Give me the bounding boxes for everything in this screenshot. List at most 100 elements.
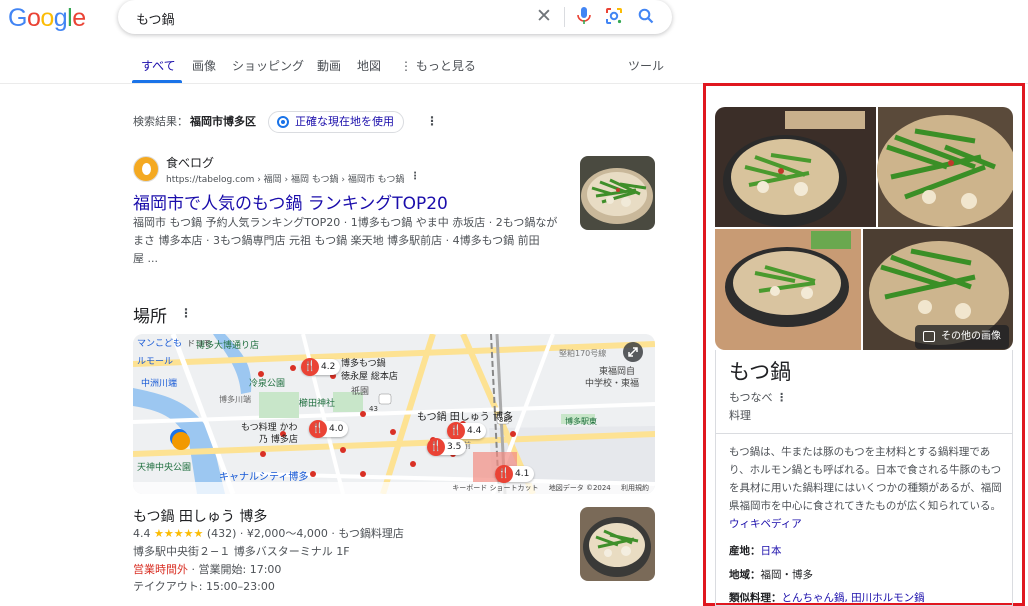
business-rating-line: 4.4 ★★★★★ (432) · ¥2,000～4,000 · もつ鍋料理店 — [133, 525, 404, 541]
map-label: 冷泉公園 — [249, 379, 286, 389]
use-precise-location-button[interactable]: 正確な現在地を使用 — [268, 111, 404, 133]
map-data-credit: 地図データ ©2024 — [548, 484, 611, 492]
kp-type: 料理 — [729, 409, 751, 422]
kp-image-1 — [715, 107, 876, 227]
result-menu-icon[interactable]: ⋮ — [410, 171, 420, 182]
map-terms[interactable]: 利用規約 — [621, 484, 649, 492]
map-label: 博多川端 — [219, 395, 251, 404]
more-images-button[interactable]: その他の画像 — [915, 325, 1009, 349]
kp-reading-line: もつなべ ⋮ — [729, 389, 787, 405]
map-label: 博多もつ鍋 — [341, 359, 386, 369]
search-divider — [564, 7, 565, 27]
result-site-name[interactable]: 食べログ — [166, 154, 214, 171]
kp-description: もつ鍋は、牛または豚のもつを主材料とする鍋料理であり、ホルモン鍋とも呼ばれる。日… — [729, 443, 1003, 533]
map-rating-pin[interactable]: 🍴 3.5 — [427, 438, 467, 456]
kp-fact-label: 類似料理： — [729, 592, 782, 604]
kp-fact-label: 地域： — [729, 569, 761, 581]
kp-reading-menu-icon[interactable]: ⋮ — [776, 391, 787, 404]
result-snippet-line: 福岡市 もつ鍋 予約人気ランキングTOP20 · 1博多もつ鍋 やま中 赤坂店 … — [133, 216, 558, 229]
map-rating: 4.1 — [515, 469, 530, 479]
map-keyboard-shortcuts[interactable]: キーボード ショートカット — [452, 484, 538, 492]
google-logo[interactable]: Google — [8, 4, 86, 33]
map-rating-pin[interactable]: 🍴 4.4 — [447, 422, 487, 440]
location-line: 検索結果： 福岡市博多区 — [133, 113, 256, 129]
kp-reading: もつなべ — [729, 391, 773, 404]
business-thumbnail[interactable] — [580, 507, 655, 581]
map-label: 徳永屋 総本店 — [341, 372, 398, 382]
map-rating: 4.0 — [329, 424, 344, 434]
kp-image-3 — [715, 229, 861, 350]
result-thumbnail[interactable] — [580, 156, 655, 230]
tab-images[interactable]: 画像 — [192, 57, 216, 74]
search-box[interactable]: もつ鍋 ✕ — [118, 0, 672, 34]
result-snippet-line: まさ 博多本店 · 3もつ鍋専門店 元祖 もつ鍋 楽天地 博多駅前店 · 4博多… — [133, 234, 540, 247]
tab-videos[interactable]: 動画 — [317, 57, 341, 74]
tab-maps[interactable]: 地図 — [357, 57, 381, 74]
kp-fact-row: 産地：日本 — [729, 543, 782, 558]
more-dots-icon: ⋮ — [400, 59, 416, 73]
map-label: 中洲川端 — [141, 379, 178, 389]
result-title-link[interactable]: 福岡市で人気のもつ鍋 ランキングTOP20 — [133, 189, 448, 214]
map-footer: キーボード ショートカット 地図データ ©2024 利用規約 — [133, 482, 655, 494]
tools-button[interactable]: ツール — [628, 57, 664, 74]
map-label: 中学校・東福 — [585, 379, 640, 389]
map-label: 祇園 — [351, 387, 370, 397]
business-hours: 営業時間外 · 営業開始: 17:00 — [133, 561, 281, 577]
kp-description-text: もつ鍋は、牛または豚のもつを主材料とする鍋料理であり、ホルモン鍋とも呼ばれる。日… — [729, 446, 1002, 512]
kp-fact-value-link[interactable]: 日本 — [761, 545, 782, 557]
kp-fact-row: 地域：福岡・博多 — [729, 567, 813, 582]
tab-more[interactable]: ⋮ もっと見る — [400, 57, 476, 74]
restaurant-pin-icon: 🍴 — [447, 422, 465, 440]
map-rating: 4.2 — [321, 362, 336, 372]
restaurant-pin-icon: 🍴 — [427, 438, 445, 456]
kp-fact-row: 類似料理：とんちゃん鍋, 田川ホルモン鍋 — [729, 590, 925, 605]
map-rating-pin[interactable]: 🍴 4.0 — [309, 420, 349, 438]
kp-divider — [716, 433, 1012, 434]
result-url[interactable]: https://tabelog.com › 福岡 › 福岡 もつ鍋 › 福岡市 … — [166, 172, 404, 185]
voice-search-icon[interactable] — [574, 6, 594, 26]
map-road-number: 385 — [499, 416, 513, 424]
map-rating-pin[interactable]: 🍴 4.1 — [495, 465, 535, 483]
search-tabs: すべて 画像 ショッピング 動画 地図 ⋮ もっと見る — [0, 50, 700, 84]
tab-all[interactable]: すべて — [141, 57, 176, 74]
local-map[interactable]: 博多大博通り店 マンこども ドコモ ルモール 中洲川端 冷泉公園 博多川端 博多… — [133, 334, 655, 494]
map-label: 乃 博多店 — [259, 435, 298, 445]
location-place: 福岡市博多区 — [190, 115, 256, 128]
use-precise-location-label: 正確な現在地を使用 — [295, 115, 394, 128]
tab-more-label: もっと見る — [415, 59, 476, 73]
business-rating-tail: (432) · ¥2,000～4,000 · もつ鍋料理店 — [206, 527, 404, 540]
business-rating: 4.4 — [133, 527, 151, 540]
more-images-label: その他の画像 — [941, 331, 1001, 342]
clear-icon[interactable]: ✕ — [534, 5, 554, 27]
tab-shopping[interactable]: ショッピング — [232, 57, 304, 74]
map-label: 天神中央公園 — [137, 463, 192, 473]
kp-fact-value-link[interactable]: とんちゃん鍋, 田川ホルモン鍋 — [782, 592, 925, 604]
kp-image-2 — [877, 107, 1013, 227]
search-icon[interactable] — [636, 6, 656, 26]
business-open-time: · 営業開始: 17:00 — [188, 563, 282, 576]
search-input[interactable]: もつ鍋 — [136, 9, 174, 28]
places-heading: 場所 — [133, 307, 167, 327]
map-rating: 4.4 — [467, 426, 482, 436]
knowledge-panel-images[interactable] — [715, 107, 1013, 350]
kp-fact-label: 産地： — [729, 545, 761, 557]
map-rating-pin[interactable]: 🍴 4.2 — [301, 358, 341, 376]
places-menu-icon[interactable]: ⋮ — [180, 306, 192, 320]
lens-search-icon[interactable] — [604, 6, 624, 26]
map-label: ルモール — [137, 357, 174, 367]
location-icon — [277, 116, 289, 128]
business-status: 営業時間外 — [133, 563, 188, 576]
map-road-number: 43 — [369, 405, 378, 413]
business-takeout: テイクアウト: 15:00–23:00 — [133, 580, 275, 593]
map-label: 東福岡自 — [599, 367, 636, 377]
business-name-link[interactable]: もつ鍋 田しゅう 博多 — [133, 506, 267, 526]
image-icon — [923, 331, 935, 342]
map-label: ドコモ — [187, 339, 211, 348]
map-rating: 3.5 — [447, 442, 462, 452]
location-menu-icon[interactable]: ⋮ — [426, 114, 438, 128]
restaurant-pin-icon: 🍴 — [301, 358, 319, 376]
location-prefix: 検索結果： — [133, 115, 188, 128]
knowledge-panel-image-grid — [715, 107, 1013, 350]
map-label: マンこども — [137, 339, 183, 349]
kp-source-link[interactable]: ウィキペディア — [729, 518, 802, 530]
